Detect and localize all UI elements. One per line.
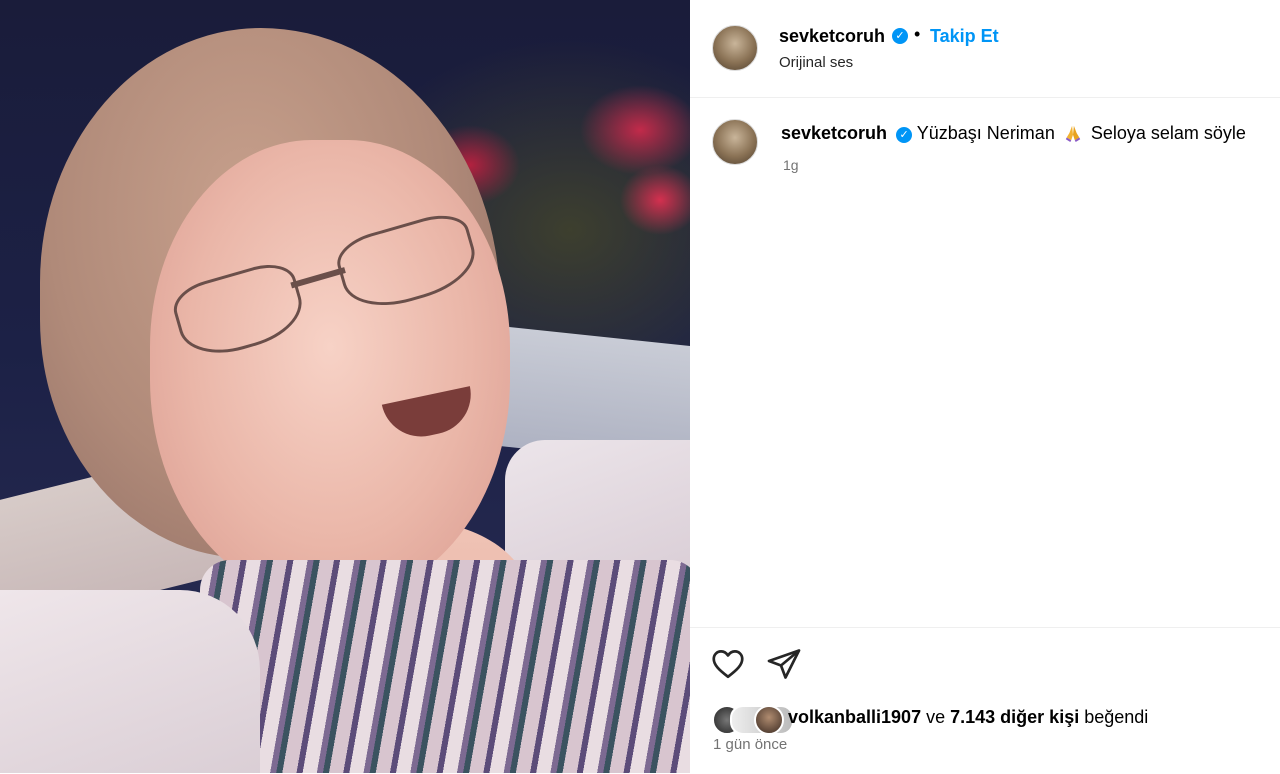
caption-text: sevketcoruh ✓ Yüzbaşı Neriman Seloya sel… — [781, 123, 1271, 144]
caption-text-part1: Yüzbaşı Neriman — [916, 123, 1055, 143]
likes-text: volkanballi1907 ve 7.143 diğer kişi beğe… — [788, 707, 1148, 728]
likes-others[interactable]: 7.143 diğer kişi — [950, 707, 1079, 727]
liker-avatar[interactable] — [754, 705, 784, 735]
post-side-panel: sevketcoruh ✓ • Takip Et Orijinal ses se… — [690, 0, 1280, 773]
post-header: sevketcoruh ✓ • Takip Et Orijinal ses — [690, 0, 1280, 98]
heart-icon[interactable] — [710, 646, 746, 682]
liker-username[interactable]: volkanballi1907 — [788, 707, 921, 727]
caption-username[interactable]: sevketcoruh — [781, 123, 887, 143]
post-video[interactable] — [0, 0, 690, 773]
likes-connector: ve — [926, 707, 946, 727]
author-avatar[interactable] — [712, 25, 758, 71]
cardigan-collar — [0, 590, 260, 773]
caption-text-part2: Seloya selam söyle — [1090, 123, 1246, 143]
paper-plane-icon[interactable] — [766, 646, 802, 682]
caption-avatar[interactable] — [712, 119, 758, 165]
separator-dot: • — [914, 24, 921, 44]
likes-suffix: beğendi — [1084, 707, 1149, 727]
post-date[interactable]: 1 gün önce — [713, 736, 787, 753]
verified-badge-icon: ✓ — [892, 28, 908, 44]
follow-button[interactable]: Takip Et — [930, 26, 999, 47]
verified-badge-icon: ✓ — [896, 127, 913, 143]
striped-shirt — [200, 560, 690, 773]
audio-label[interactable]: Orijinal ses — [779, 54, 853, 71]
action-bar: volkanballi1907 ve 7.143 diğer kişi beğe… — [690, 627, 1280, 774]
folded-hands-emoji-icon — [1065, 125, 1081, 142]
author-username[interactable]: sevketcoruh — [779, 26, 885, 47]
caption-time[interactable]: 1g — [783, 157, 799, 173]
